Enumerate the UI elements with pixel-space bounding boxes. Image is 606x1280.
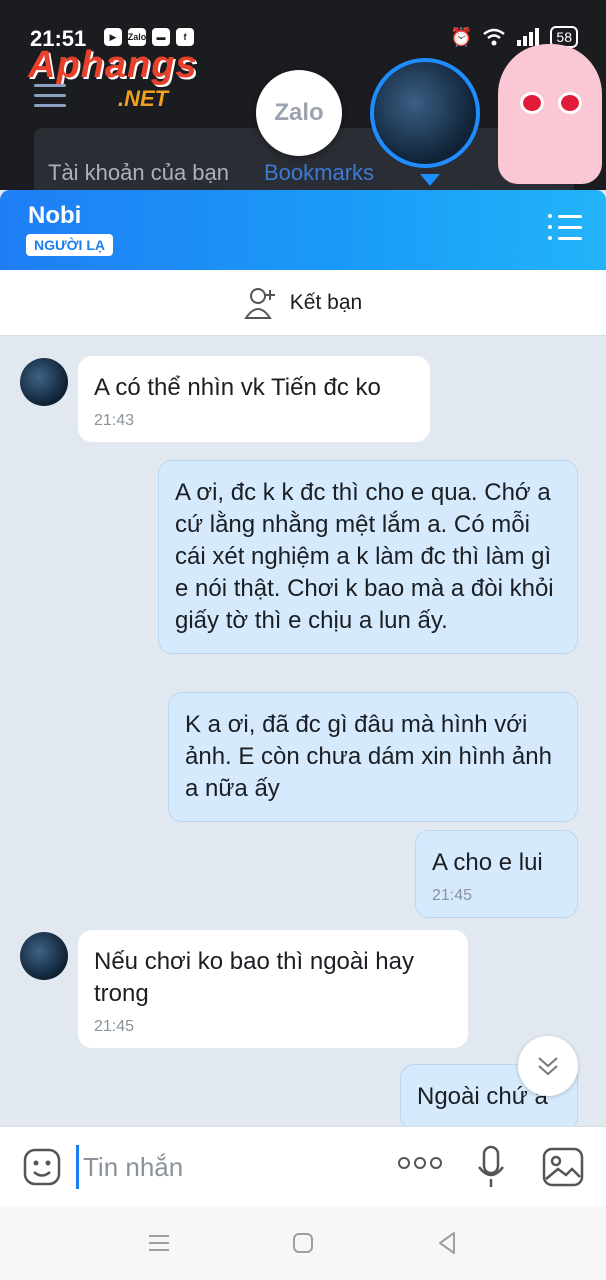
contact-name[interactable]: Nobi (28, 202, 81, 230)
site-logo-sub: .NET (118, 86, 169, 111)
message-outgoing[interactable]: A ơi, đc k k đc thì cho e qua. Chớ a cứ … (158, 460, 578, 654)
microphone-icon[interactable] (476, 1145, 506, 1189)
tab-bookmarks[interactable]: Bookmarks (264, 160, 374, 186)
message-text: K a ơi, đã đc gì đâu mà hình với ảnh. E … (185, 711, 552, 802)
alarm-icon: ⏰ (450, 26, 473, 47)
status-app-icons: ▶ Zalo ▬ f (104, 28, 194, 46)
avatar[interactable] (20, 932, 68, 980)
message-time: 21:43 (94, 412, 135, 429)
chat-header: Nobi NGƯỜI LẠ (0, 190, 606, 270)
signal-icon (517, 28, 540, 46)
message-outgoing[interactable]: K a ơi, đã đc gì đâu mà hình với ảnh. E … (168, 692, 578, 822)
youtube-icon: ▶ (104, 28, 122, 46)
chevron-double-down-icon (538, 1057, 558, 1076)
recent-apps-icon[interactable] (146, 1230, 172, 1256)
avatar[interactable] (20, 358, 68, 406)
message-outgoing[interactable]: A cho e lui 21:45 (415, 830, 578, 918)
more-dots-icon[interactable] (398, 1157, 442, 1169)
message-app-icon: ▬ (152, 28, 170, 46)
message-incoming[interactable]: A có thể nhìn vk Tiến đc ko 21:43 (78, 356, 430, 442)
message-time: 21:45 (94, 1018, 135, 1035)
message-text: A ơi, đc k k đc thì cho e qua. Chớ a cứ … (175, 479, 554, 634)
sticker-smile-icon[interactable] (22, 1147, 62, 1187)
message-text: A có thể nhìn vk Tiến đc ko (94, 374, 381, 401)
zalo-icon: Zalo (128, 28, 146, 46)
heart-eyes-sticker (498, 44, 602, 184)
message-input[interactable] (76, 1145, 376, 1189)
wifi-icon (483, 28, 506, 46)
contact-chat-head-avatar[interactable] (370, 58, 480, 186)
system-nav-bar (0, 1206, 606, 1280)
home-icon[interactable] (290, 1230, 316, 1256)
heart-eye-icon (520, 92, 544, 114)
message-text: Nếu chơi ko bao thì ngoài hay trong (94, 948, 414, 1007)
message-time: 21:45 (432, 887, 473, 904)
image-icon[interactable] (542, 1147, 584, 1187)
message-incoming[interactable]: Nếu chơi ko bao thì ngoài hay trong 21:4… (78, 930, 468, 1048)
add-friend-label: Kết bạn (289, 290, 363, 314)
facebook-icon: f (176, 28, 194, 46)
scroll-down-button[interactable] (518, 1036, 578, 1096)
composer-bar (0, 1126, 606, 1206)
list-menu-icon[interactable] (548, 214, 582, 244)
heart-eye-icon (558, 92, 582, 114)
browser-menu-icon[interactable] (34, 84, 66, 108)
message-list[interactable]: A có thể nhìn vk Tiến đc ko 21:43 A ơi, … (0, 336, 606, 1126)
zalo-chat-head-label: Zalo (274, 99, 324, 126)
message-text: A cho e lui (432, 849, 543, 876)
add-user-icon (243, 287, 275, 319)
back-icon[interactable] (434, 1230, 460, 1256)
stranger-badge: NGƯỜI LẠ (26, 234, 113, 256)
zalo-chat-head[interactable]: Zalo (256, 70, 342, 156)
status-time: 21:51 (30, 26, 87, 51)
add-friend-button[interactable]: Kết bạn (0, 270, 606, 336)
tab-account[interactable]: Tài khoản của bạn (48, 160, 229, 186)
